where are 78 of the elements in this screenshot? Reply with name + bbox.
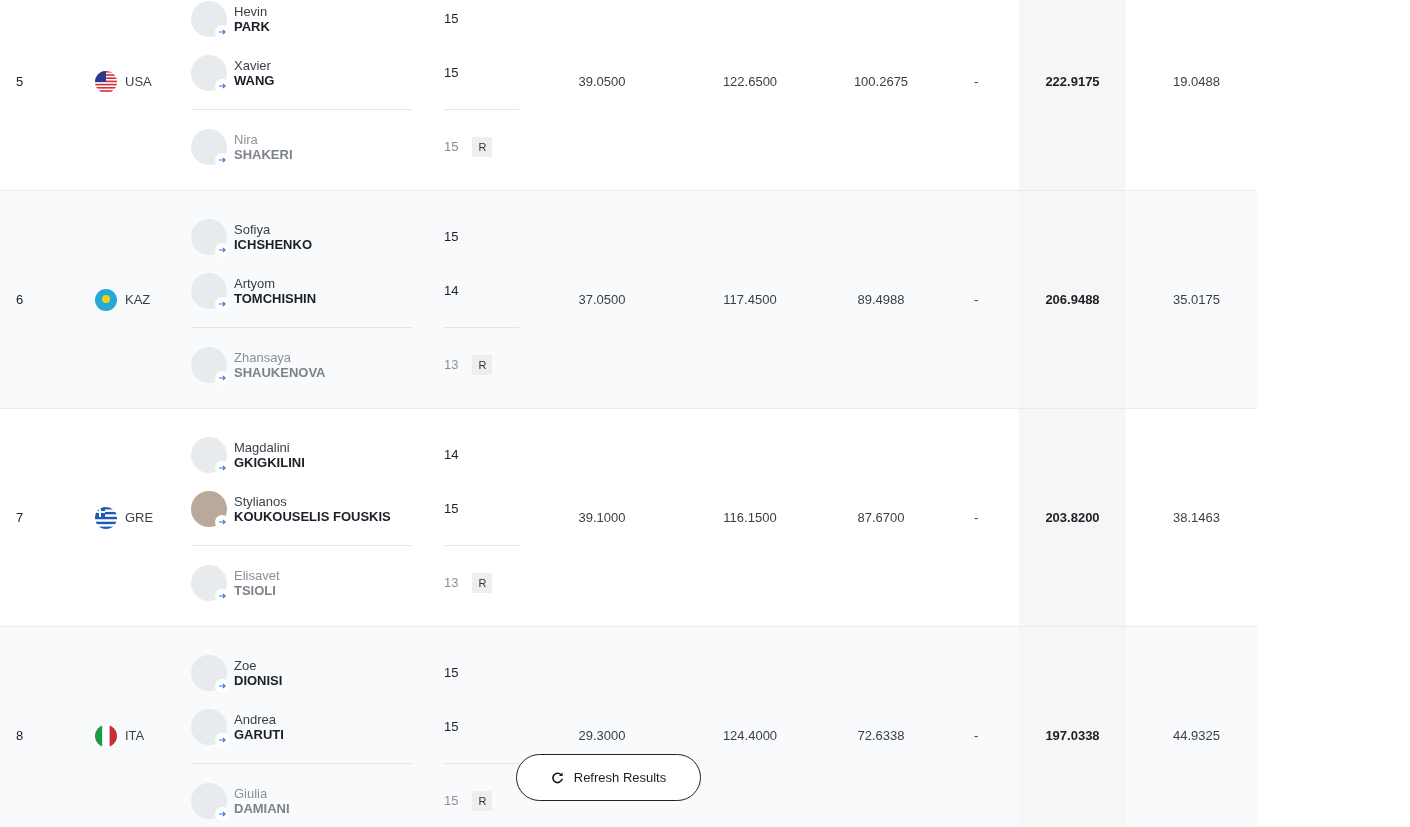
score-value: 89.4988 — [857, 290, 905, 309]
athlete-first-name: Giulia — [234, 786, 269, 801]
athlete-score: 14 — [444, 446, 459, 465]
athlete-first-name: Sofiya — [234, 222, 272, 237]
score-value: 87.6700 — [857, 508, 905, 527]
athlete-first-name: Zhansaya — [234, 350, 293, 365]
score-value: 117.4500 — [723, 290, 777, 309]
athlete-score: 13 — [444, 356, 459, 375]
gap-value: 44.9325 — [1173, 726, 1220, 745]
reserve-badge: R — [472, 354, 493, 376]
total-score: 203.8200 — [1045, 508, 1100, 527]
athlete-last-name: SHAUKENOVA — [234, 365, 326, 380]
athlete-last-name: KOUKOUSELIS FOUSKIS — [234, 509, 391, 524]
total-score: 197.0338 — [1045, 726, 1100, 745]
athlete-score: 15 — [444, 792, 459, 811]
flag-icon — [95, 70, 117, 93]
score-value: - — [974, 726, 979, 745]
athlete-first-name: Nira — [234, 132, 259, 147]
score-value: - — [974, 72, 979, 91]
flag-icon — [95, 288, 117, 311]
score-value: 116.1500 — [723, 508, 777, 527]
score-value: - — [974, 508, 979, 527]
athlete-score: 15 — [444, 718, 459, 737]
athlete-score: 15 — [444, 64, 459, 83]
refresh-icon — [550, 771, 564, 784]
refresh-results-button[interactable]: Refresh Results — [516, 754, 701, 801]
athlete-first-name: Hevin — [234, 4, 269, 19]
athlete-last-name: TSIOLI — [234, 583, 277, 598]
athlete-first-name: Stylianos — [234, 494, 288, 509]
athlete-last-name: SHAKERI — [234, 147, 293, 162]
athlete-score: 15 — [444, 10, 459, 29]
score-value: 122.6500 — [722, 72, 778, 91]
score-value: 72.6338 — [857, 726, 905, 745]
flag-icon — [95, 724, 117, 747]
rank: 8 — [16, 726, 24, 745]
total-score: 206.9488 — [1045, 290, 1100, 309]
athlete-score: 15 — [444, 664, 459, 683]
athlete-first-name: Elisavet — [234, 568, 280, 583]
score-value: 100.2675 — [853, 72, 909, 91]
gap-value: 38.1463 — [1173, 508, 1220, 527]
athlete-last-name: WANG — [234, 73, 275, 88]
score-value: 29.3000 — [578, 726, 626, 745]
athlete-first-name: Artyom — [234, 276, 277, 291]
country-code: ITA — [125, 726, 145, 745]
score-value: 124.4000 — [722, 726, 778, 745]
athlete-first-name: Xavier — [234, 58, 272, 73]
reserve-badge: R — [472, 572, 493, 594]
score-value: 39.1000 — [578, 508, 626, 527]
athlete-last-name: PARK — [234, 19, 270, 34]
athlete-last-name: DAMIANI — [234, 801, 290, 816]
athlete-last-name: GKIGKILINI — [234, 455, 305, 470]
reserve-badge: R — [472, 790, 493, 812]
score-value: 37.0500 — [578, 290, 626, 309]
country-code: KAZ — [125, 290, 151, 309]
athlete-last-name: ICHSHENKO — [234, 237, 312, 252]
rank: 7 — [16, 508, 24, 527]
athlete-last-name: DIONISI — [234, 673, 283, 688]
athlete-last-name: GARUTI — [234, 727, 284, 742]
rank: 5 — [16, 72, 24, 91]
athlete-score: 15 — [444, 138, 459, 157]
score-value: - — [974, 290, 979, 309]
flag-icon — [95, 506, 117, 529]
athlete-score: 13 — [444, 574, 459, 593]
athlete-score: 14 — [444, 282, 459, 301]
rank: 6 — [16, 290, 24, 309]
country-code: GRE — [125, 508, 154, 527]
country-code: USA — [125, 72, 152, 91]
gap-value: 19.0488 — [1173, 72, 1220, 91]
gap-value: 35.0175 — [1173, 290, 1220, 309]
total-score: 222.9175 — [1045, 72, 1100, 91]
athlete-score: 15 — [444, 500, 459, 519]
athlete-first-name: Magdalini — [234, 440, 291, 455]
athlete-first-name: Andrea — [234, 712, 277, 727]
reserve-badge: R — [472, 136, 493, 158]
athlete-score: 15 — [444, 228, 459, 247]
athlete-first-name: Zoe — [234, 658, 258, 673]
score-value: 39.0500 — [578, 72, 626, 91]
athlete-last-name: TOMCHISHIN — [234, 291, 317, 306]
